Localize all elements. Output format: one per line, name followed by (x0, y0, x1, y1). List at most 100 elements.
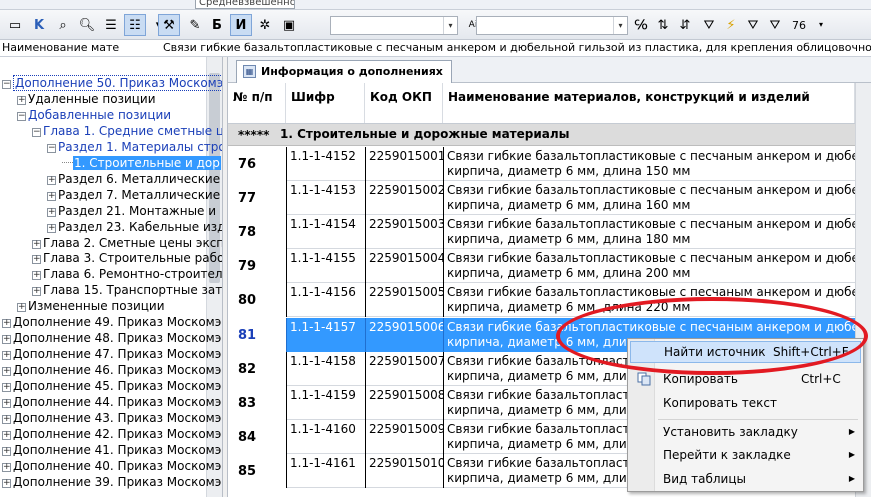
row-number[interactable]: 84 (228, 419, 286, 454)
cell-name[interactable]: Связи гибкие базальтопластиковые с песча… (443, 147, 871, 181)
cell-name[interactable]: Связи гибкие базальтопластиковые с песча… (443, 283, 871, 318)
cell-okp[interactable]: 2259015009 (365, 419, 443, 454)
expand-icon[interactable]: + (2, 367, 11, 377)
tree-item[interactable]: − Раздел 1. Материалы стро (47, 139, 222, 155)
size-combo[interactable]: ▾ (476, 16, 628, 35)
tab-supplement-info[interactable]: ▦ Информация о дополнениях (236, 60, 452, 83)
expand-icon[interactable]: + (47, 175, 56, 185)
expand-icon[interactable]: + (2, 319, 11, 329)
sort-desc-icon[interactable]: ⇵ (674, 14, 696, 36)
row-number[interactable]: 79 (228, 249, 286, 284)
collapse-icon[interactable]: − (17, 111, 26, 121)
expand-icon[interactable]: + (2, 351, 11, 361)
format-icon[interactable]: ℅ (630, 14, 652, 36)
row-number[interactable]: 82 (228, 351, 286, 386)
expand-icon[interactable]: + (32, 255, 41, 265)
k-icon[interactable]: K (28, 14, 50, 36)
find-icon[interactable]: ⌕ (52, 14, 74, 36)
tree-item[interactable]: + Глава 2. Сметные цены эксп (32, 235, 222, 251)
cell-okp[interactable]: 2259015002 (365, 181, 443, 216)
expand-icon[interactable]: + (2, 478, 11, 488)
tree-item[interactable]: + Раздел 6. Металлические (47, 171, 220, 187)
table-row[interactable]: 77 1.1-1-4153 2259015002 Связи гибкие базал… (228, 181, 871, 216)
expand-icon[interactable]: + (47, 223, 56, 233)
flash-icon[interactable]: ⚡ (720, 14, 742, 36)
cell-code[interactable]: 1.1-1-4160 (286, 419, 365, 454)
cell-code[interactable]: 1.1-1-4157 (286, 317, 365, 352)
cell-okp[interactable]: 2259015001 (365, 147, 443, 181)
filter-icon[interactable]: ⛛ (698, 14, 720, 36)
row-number[interactable]: 80 (228, 283, 286, 318)
expand-icon[interactable]: + (32, 271, 41, 281)
tools-icon[interactable]: ⚒ (158, 14, 180, 36)
filter-edit-icon[interactable]: ⛛ (764, 14, 786, 36)
weighting-combo[interactable]: Средневзвешенно (195, 0, 295, 9)
cell-code[interactable]: 1.1-1-4161 (286, 453, 365, 488)
row-number[interactable]: 85 (228, 453, 286, 488)
tree-item[interactable]: + Измененные позиции (17, 298, 165, 314)
cell-okp[interactable]: 2259015005 (365, 283, 443, 318)
collapse-icon[interactable]: − (2, 80, 11, 89)
header-num[interactable]: № п/п (228, 83, 286, 123)
table-row[interactable]: 79 1.1-1-4155 2259015004 Связи гибкие базал… (228, 249, 871, 284)
list-icon[interactable]: ☰ (100, 14, 122, 36)
menu-item-copy-text[interactable]: Копировать текст (630, 392, 861, 414)
tree-item[interactable]: + Дополнение 48. Приказ Москомэк (2, 330, 222, 346)
cell-name[interactable]: Связи гибкие базальтопластиковые с песча… (443, 249, 871, 284)
tree-item[interactable]: + Дополнение 42. Приказ Москомэк (2, 426, 222, 442)
table-row[interactable]: 80 1.1-1-4156 2259015005 Связи гибкие базал… (228, 283, 871, 318)
tree-item[interactable]: − Дополнение 50. Приказ Москомэк (2, 75, 222, 91)
tree-item[interactable]: + Дополнение 49. Приказ Москомэк (2, 314, 222, 330)
bold-icon[interactable]: Б (206, 14, 228, 36)
menu-item-table-view[interactable]: Вид таблицы ▶ (630, 468, 861, 490)
row-number[interactable]: 78 (228, 215, 286, 250)
row-number[interactable]: 76 (228, 147, 286, 181)
cell-code[interactable]: 1.1-1-4154 (286, 215, 365, 250)
tree-item[interactable]: − Глава 1. Средние сметные ц (32, 123, 222, 139)
tree-item[interactable]: + Дополнение 39. Приказ Москомэк (2, 474, 222, 490)
zoom-icon[interactable]: 🔍︎ (76, 14, 98, 36)
menu-item-find-source[interactable]: Найти источник Shift+Ctrl+F (630, 341, 861, 363)
filter-clear-icon[interactable]: ⛛ (742, 14, 764, 36)
cell-code[interactable]: 1.1-1-4153 (286, 181, 365, 216)
tree-item[interactable]: + Раздел 21. Монтажные и (47, 203, 216, 219)
tree-item[interactable]: + Дополнение 46. Приказ Москомэк (2, 362, 222, 378)
new-icon[interactable]: ▭ (4, 14, 26, 36)
tree-item[interactable]: − Добавленные позиции (17, 107, 171, 123)
cell-code[interactable]: 1.1-1-4152 (286, 147, 365, 181)
cell-okp[interactable]: 2259015003 (365, 215, 443, 250)
outline-icon[interactable]: ☷ (124, 14, 146, 36)
tree-item[interactable]: + Глава 15. Транспортные затр (32, 282, 222, 298)
chevron-down-icon[interactable]: ▾ (810, 14, 832, 36)
frame-icon[interactable]: ▣ (278, 14, 300, 36)
tree-item[interactable]: + Глава 6. Ремонтно-строител (32, 266, 222, 282)
tree-item[interactable]: + Дополнение 43. Приказ Москомэк (2, 410, 222, 426)
expand-icon[interactable]: + (2, 446, 11, 456)
sort-icon[interactable]: ⇅ (652, 14, 674, 36)
header-code[interactable]: Шифр (286, 83, 365, 123)
tree-item[interactable]: + Дополнение 44. Приказ Москомэк (2, 394, 222, 410)
tree-item[interactable]: + Дополнение 45. Приказ Москомэк (2, 378, 222, 394)
header-name[interactable]: Наименование материалов, конструкций и и… (443, 83, 855, 123)
row-number[interactable]: 83 (228, 385, 286, 420)
edit-icon[interactable]: ✎ (184, 14, 206, 36)
expand-icon[interactable]: + (2, 383, 11, 393)
cell-code[interactable]: 1.1-1-4158 (286, 351, 365, 386)
row-number[interactable]: 81 (228, 317, 286, 352)
tree-item[interactable]: + Удаленные позиции (17, 91, 156, 107)
collapse-icon[interactable]: − (47, 143, 56, 153)
font-combo[interactable]: ▾ (330, 16, 458, 35)
supplements-tree[interactable]: − Дополнение 50. Приказ Москомэк + Удаленны… (0, 57, 223, 497)
menu-item-set-bookmark[interactable]: Установить закладку ▶ (630, 421, 861, 443)
expand-icon[interactable]: + (2, 335, 11, 345)
cell-code[interactable]: 1.1-1-4156 (286, 283, 365, 318)
cell-okp[interactable]: 2259015004 (365, 249, 443, 284)
tree-item[interactable]: + Раздел 23. Кабельные изд (47, 219, 222, 235)
expand-icon[interactable]: + (2, 430, 11, 440)
tree-item[interactable]: + Глава 3. Строительные рабо (32, 250, 222, 266)
tree-item[interactable]: + Дополнение 47. Приказ Москомэк (2, 346, 222, 362)
group-row[interactable]: ***** 1. Строительные и дорожные материа… (228, 124, 871, 146)
tree-item[interactable]: + Дополнение 40. Приказ Москомэк (2, 458, 222, 474)
cell-name[interactable]: Связи гибкие базальтопластиковые с песча… (443, 181, 871, 216)
cell-name[interactable]: Связи гибкие базальтопластиковые с песча… (443, 215, 871, 250)
